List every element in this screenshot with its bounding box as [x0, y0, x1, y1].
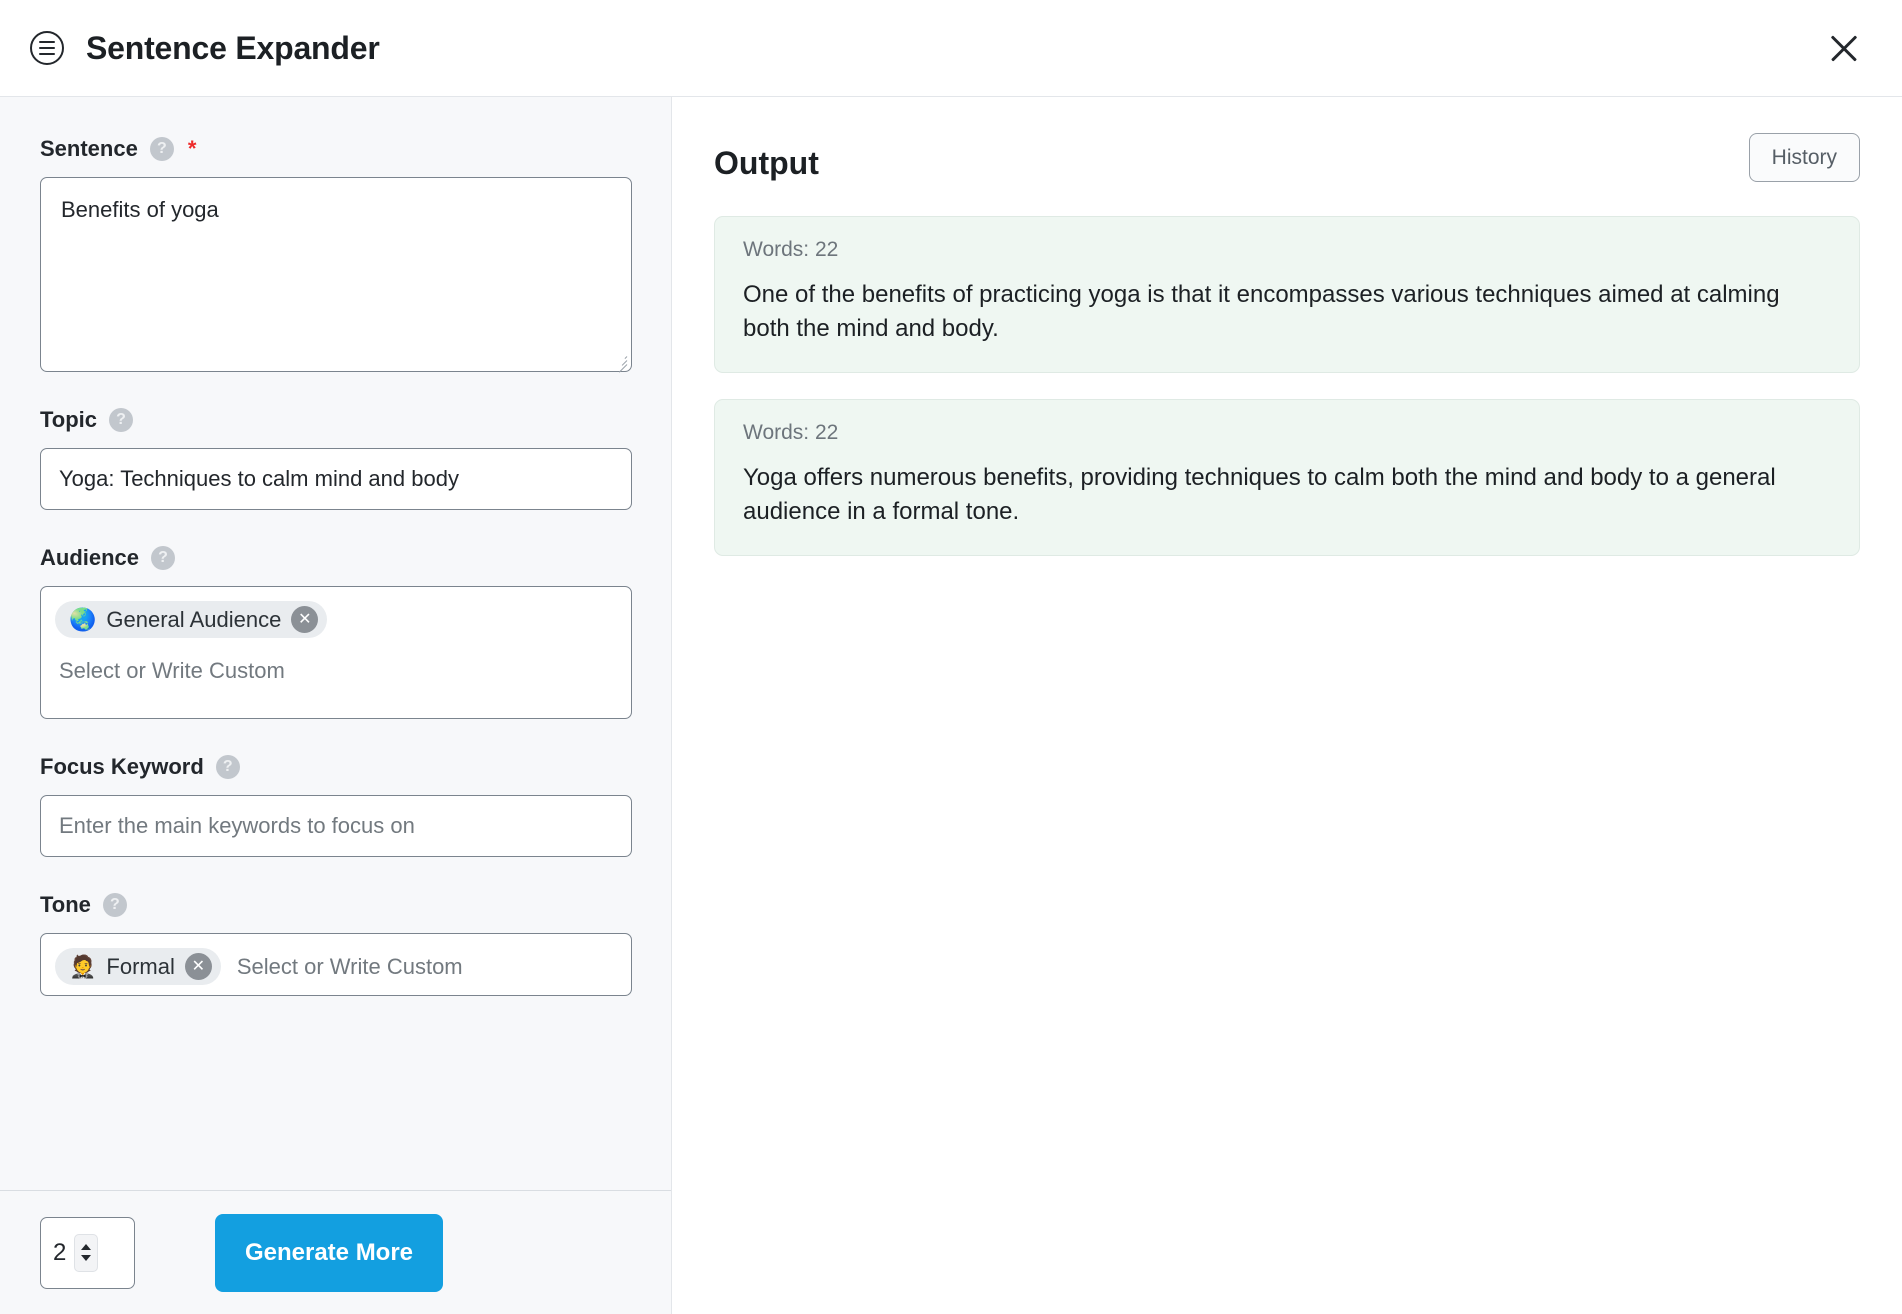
output-panel: Output History Words: 22 One of the bene… [672, 97, 1902, 1314]
question-mark-icon[interactable]: ? [215, 755, 240, 779]
audience-label: Audience [40, 545, 140, 570]
question-mark-icon[interactable]: ? [151, 546, 176, 570]
generate-more-button[interactable]: Generate More [215, 1213, 443, 1292]
tone-label-row: Tone ? [40, 893, 631, 917]
topic-label-row: Topic ? [40, 408, 631, 432]
sentence-input[interactable]: Benefits of yoga [40, 177, 632, 372]
page-title: Sentence Expander [86, 30, 380, 66]
focus-keyword-label: Focus Keyword [40, 754, 204, 779]
sentence-label-row: Sentence ? * [40, 137, 631, 161]
tone-label: Tone [40, 892, 91, 917]
stepper-buttons[interactable] [74, 1233, 99, 1272]
tone-chip-label: Formal [106, 953, 175, 979]
tone-chip: 🤵 Formal ✕ [55, 948, 221, 985]
form-action-bar: 2 Generate More [0, 1190, 671, 1314]
topic-input[interactable]: Yoga: Techniques to calm mind and body [40, 448, 632, 510]
word-count-label: Words: 22 [743, 238, 839, 261]
output-result-text: Yoga offers numerous benefits, providing… [743, 464, 1776, 526]
audience-label-row: Audience ? [40, 546, 631, 570]
tone-chip-row: 🤵 Formal ✕ Select or Write Custom [55, 948, 617, 985]
globe-icon: 🌏 [69, 606, 97, 632]
form-panel: Sentence ? * Benefits of yoga Topic ? Yo… [0, 97, 672, 1314]
form-scroll-area: Sentence ? * Benefits of yoga Topic ? Yo… [0, 97, 671, 1190]
history-button[interactable]: History [1748, 133, 1860, 182]
generation-count-value: 2 [53, 1238, 67, 1266]
word-count-label: Words: 22 [743, 421, 839, 445]
hamburger-circle-icon[interactable] [30, 31, 64, 65]
menu-line [39, 47, 55, 49]
output-result-card[interactable]: Words: 22 Yoga offers numerous benefits,… [714, 399, 1860, 557]
question-mark-icon[interactable]: ? [149, 137, 174, 161]
field-tone: Tone ? 🤵 Formal ✕ Select or Write Custom [40, 893, 632, 996]
output-title: Output [714, 145, 819, 181]
field-focus-keyword: Focus Keyword ? Enter the main keywords … [40, 755, 632, 857]
output-result-text: One of the benefits of practicing yoga i… [743, 281, 1780, 343]
field-audience: Audience ? 🌏 General Audience ✕ Select o… [40, 546, 632, 719]
tone-select[interactable]: 🤵 Formal ✕ Select or Write Custom [40, 933, 632, 996]
question-mark-icon[interactable]: ? [102, 893, 127, 917]
chevron-down-icon[interactable] [81, 1255, 92, 1261]
sentence-label: Sentence [40, 136, 138, 161]
sentence-expander-window: Sentence Expander Sentence ? * Benefits … [0, 0, 1902, 1314]
menu-line [39, 53, 55, 55]
field-topic: Topic ? Yoga: Techniques to calm mind an… [40, 408, 632, 510]
window-titlebar: Sentence Expander [0, 0, 1902, 97]
audience-chip: 🌏 General Audience ✕ [55, 601, 328, 638]
close-circle-icon[interactable]: ✕ [184, 953, 212, 980]
sentence-textarea-wrap: Benefits of yoga [40, 177, 632, 373]
focus-keyword-input[interactable]: Enter the main keywords to focus on [40, 795, 632, 857]
person-in-tuxedo-icon: 🤵 [69, 953, 97, 979]
field-sentence: Sentence ? * Benefits of yoga [40, 137, 632, 373]
question-mark-icon[interactable]: ? [109, 408, 134, 432]
output-header: Output History [714, 133, 1860, 182]
output-result-card[interactable]: Words: 22 One of the benefits of practic… [714, 216, 1860, 374]
close-circle-icon[interactable]: ✕ [291, 606, 319, 633]
focus-keyword-label-row: Focus Keyword ? [40, 755, 631, 779]
chevron-up-icon[interactable] [81, 1244, 92, 1250]
menu-line [39, 41, 55, 43]
window-body: Sentence ? * Benefits of yoga Topic ? Yo… [0, 97, 1902, 1314]
close-icon[interactable] [1822, 26, 1866, 70]
audience-placeholder[interactable]: Select or Write Custom [55, 638, 617, 690]
generation-count-stepper[interactable]: 2 [40, 1216, 135, 1289]
topic-label: Topic [40, 407, 98, 432]
tone-placeholder[interactable]: Select or Write Custom [237, 954, 463, 980]
required-asterisk: * [187, 136, 197, 161]
audience-select[interactable]: 🌏 General Audience ✕ Select or Write Cus… [40, 586, 632, 719]
audience-chip-label: General Audience [106, 606, 282, 632]
